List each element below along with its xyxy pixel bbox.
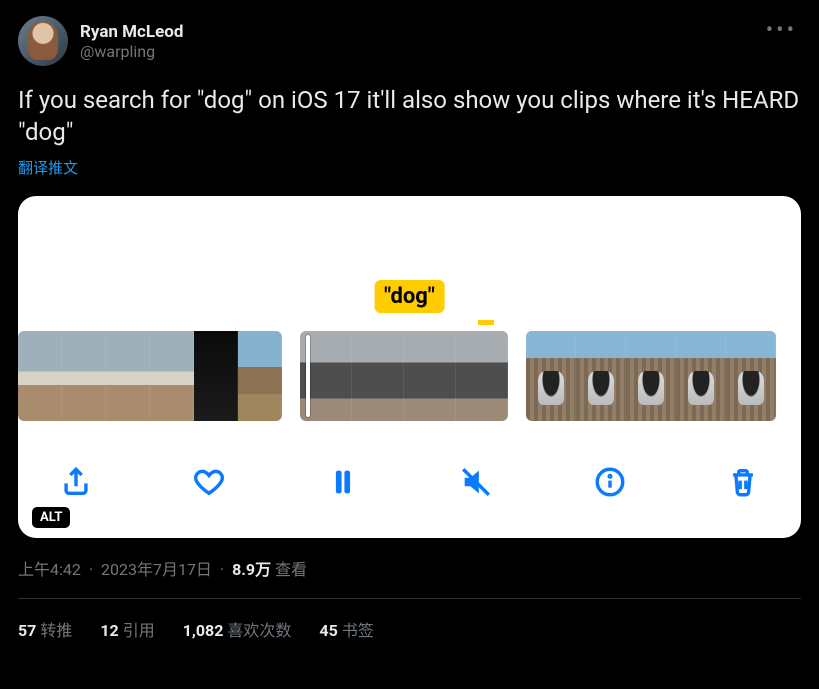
clip-frame: [106, 331, 150, 421]
likes-label: 喜欢次数: [227, 621, 291, 640]
mute-icon[interactable]: [456, 462, 496, 502]
views-label: 查看: [275, 560, 307, 579]
clip-frame: [62, 331, 106, 421]
meta-separator: ·: [89, 560, 93, 579]
retweets-count: 57: [18, 621, 36, 640]
search-tooltip: "dog": [374, 280, 445, 313]
stat-bookmarks[interactable]: 45 书签: [319, 617, 373, 641]
translate-link[interactable]: 翻译推文: [18, 157, 801, 178]
tooltip-marker: [478, 320, 494, 325]
alt-badge[interactable]: ALT: [32, 507, 70, 528]
date[interactable]: 2023年7月17日: [101, 560, 212, 579]
clip-frame: [352, 331, 404, 421]
video-timeline[interactable]: [18, 331, 801, 421]
tweet-stats: 57转推 12 引用 1,082喜欢次数 45 书签: [18, 599, 801, 641]
media-toolbar: [18, 454, 801, 510]
bookmarks-count: 45: [319, 621, 337, 640]
time[interactable]: 上午4:42: [18, 560, 81, 579]
clip-frame: [18, 331, 62, 421]
trash-icon[interactable]: [723, 462, 763, 502]
stat-retweets[interactable]: 57转推: [18, 617, 72, 641]
heart-icon[interactable]: [189, 462, 229, 502]
clip-frame: [238, 331, 282, 421]
meta-separator: ·: [220, 560, 224, 579]
tweet-container: Ryan McLeod @warpling ••• If you search …: [0, 0, 819, 641]
avatar[interactable]: [18, 16, 68, 66]
pause-icon[interactable]: [323, 462, 363, 502]
tweet-meta: 上午4:42 · 2023年7月17日 · 8.9万 查看: [18, 556, 801, 580]
author-text: Ryan McLeod @warpling: [80, 22, 183, 61]
tweet-header: Ryan McLeod @warpling •••: [18, 16, 801, 66]
clip-frame: [526, 331, 576, 421]
clip-group-3[interactable]: [526, 331, 776, 421]
retweets-label: 转推: [40, 621, 72, 640]
bookmarks-label: 书签: [342, 621, 374, 640]
info-icon[interactable]: [590, 462, 630, 502]
author-handle: @warpling: [80, 42, 183, 61]
clip-frame: [150, 331, 194, 421]
likes-count: 1,082: [183, 621, 224, 640]
quotes-label: 引用: [123, 621, 155, 640]
clip-frame: [676, 331, 726, 421]
clip-frame: [626, 331, 676, 421]
clip-frame: [726, 331, 776, 421]
share-icon[interactable]: [56, 462, 96, 502]
stat-likes[interactable]: 1,082喜欢次数: [183, 617, 292, 641]
author-name: Ryan McLeod: [80, 22, 183, 42]
clip-frame: [576, 331, 626, 421]
clip-group-2[interactable]: [300, 331, 508, 421]
stat-quotes[interactable]: 12 引用: [100, 617, 154, 641]
media-card[interactable]: "dog": [18, 196, 801, 538]
clip-frame: [194, 331, 238, 421]
clip-frame: [456, 331, 508, 421]
views-count: 8.9万: [232, 560, 271, 579]
more-icon[interactable]: •••: [762, 16, 801, 45]
tweet-text: If you search for "dog" on iOS 17 it'll …: [18, 84, 801, 149]
clip-frame: [404, 331, 456, 421]
clip-group-1[interactable]: [18, 331, 282, 421]
quotes-count: 12: [100, 621, 118, 640]
author-block[interactable]: Ryan McLeod @warpling: [18, 16, 183, 66]
clip-frame: [300, 331, 352, 421]
